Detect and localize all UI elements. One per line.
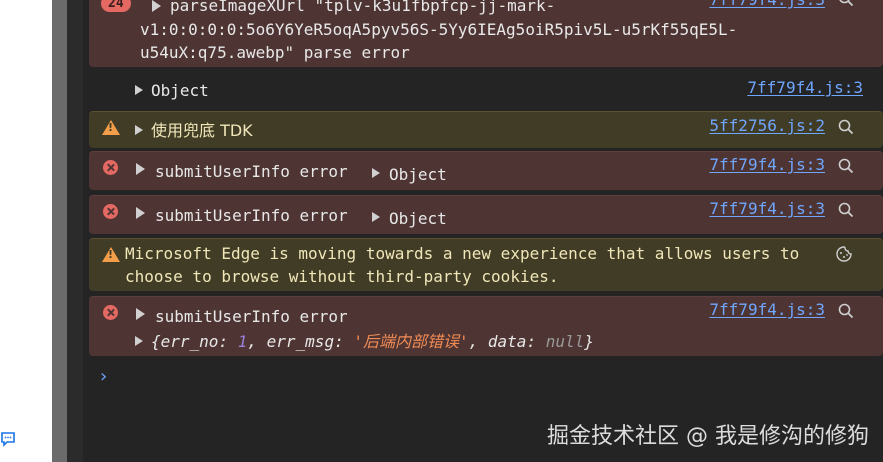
console-message-error: submitUserInfo error 7ff79f4.js:3 {err_n… <box>89 296 883 356</box>
expand-triangle-icon[interactable] <box>372 168 380 178</box>
repeat-count-badge: 24 <box>101 0 131 12</box>
message-text: submitUserInfo error <box>155 206 348 225</box>
expand-triangle-icon[interactable] <box>372 212 380 222</box>
console-message-log: Object 7ff79f4.js:3 <box>89 76 883 106</box>
object-key: err_msg: <box>266 332 344 351</box>
error-icon <box>103 160 118 175</box>
console-gutter <box>67 0 83 462</box>
source-link[interactable]: 7ff79f4.js:3 <box>709 198 825 220</box>
expand-triangle-icon[interactable] <box>136 163 145 175</box>
object-separator: , <box>468 332 479 351</box>
error-icon <box>103 305 118 320</box>
object-preview[interactable]: {err_no: 1, err_msg: '后端内部错误', data: nul… <box>151 331 594 353</box>
message-line: v1:0:0:0:0:5o6Y6YeR5oqA5pyv56S-5Yy6IEAg5… <box>140 20 738 39</box>
console-message-error: submitUserInfo error Object 7ff79f4.js:3 <box>89 195 883 234</box>
console-panel: 24 parseImageXUrl "tplv-k3u1fbpfcp-jj-ma… <box>83 0 883 462</box>
expand-triangle-icon[interactable] <box>135 85 143 95</box>
page-sidebar <box>0 0 52 462</box>
message-text: submitUserInfo error <box>155 162 348 181</box>
message-line: Microsoft Edge is moving towards a new e… <box>125 244 800 263</box>
expand-triangle-icon[interactable] <box>136 207 145 219</box>
object-value: 1 <box>237 332 248 351</box>
console-message-warning: 使用兜底 TDK 5ff2756.js:2 <box>89 111 883 148</box>
message-line: choose to browse without third-party coo… <box>125 267 559 286</box>
object-key: err_no: <box>160 332 229 351</box>
resize-divider[interactable] <box>52 0 67 462</box>
source-link[interactable]: 5ff2756.js:2 <box>709 115 825 137</box>
search-icon[interactable] <box>837 0 855 8</box>
feedback-icon[interactable] <box>0 431 16 447</box>
console-message-warning: Microsoft Edge is moving towards a new e… <box>89 238 883 291</box>
search-icon[interactable] <box>837 201 855 219</box>
source-link[interactable]: 7ff79f4.js:3 <box>709 299 825 321</box>
message-text: submitUserInfo error <box>155 307 348 326</box>
expand-triangle-icon[interactable] <box>135 336 143 346</box>
message-line: u54uX:q75.awebp" parse error <box>140 43 410 62</box>
console-message-error: submitUserInfo error Object 7ff79f4.js:3 <box>89 151 883 190</box>
error-icon <box>103 204 118 219</box>
search-icon[interactable] <box>837 157 855 175</box>
source-link[interactable]: 7ff79f4.js:3 <box>709 154 825 176</box>
cookie-icon[interactable] <box>835 245 853 263</box>
warning-icon <box>102 120 120 135</box>
watermark: 掘金技术社区 @ 我是修沟的修狗 <box>547 424 869 449</box>
object-label[interactable]: Object <box>389 208 447 230</box>
expand-triangle-icon[interactable] <box>152 0 161 12</box>
object-key: data: <box>487 332 537 351</box>
message-line: parseImageXUrl "tplv-k3u1fbpfcp-jj-mark- <box>170 0 556 15</box>
message-text: 使用兜底 TDK <box>151 121 253 140</box>
object-separator: , <box>247 332 257 351</box>
object-value: '后端内部错误' <box>353 332 469 351</box>
expand-triangle-icon[interactable] <box>135 125 143 135</box>
object-label[interactable]: Object <box>151 80 209 102</box>
search-icon[interactable] <box>837 118 855 136</box>
object-value: null <box>545 332 585 351</box>
warning-icon <box>102 247 120 262</box>
object-close-brace: } <box>584 332 594 351</box>
console-message-error: 24 parseImageXUrl "tplv-k3u1fbpfcp-jj-ma… <box>89 0 883 67</box>
source-link[interactable]: 7ff79f4.js:3 <box>709 0 825 11</box>
object-label[interactable]: Object <box>389 164 447 186</box>
search-icon[interactable] <box>837 302 855 320</box>
expand-triangle-icon[interactable] <box>136 308 145 320</box>
object-open-brace: { <box>151 332 161 351</box>
console-prompt[interactable]: › <box>100 366 107 387</box>
source-link[interactable]: 7ff79f4.js:3 <box>747 77 863 99</box>
